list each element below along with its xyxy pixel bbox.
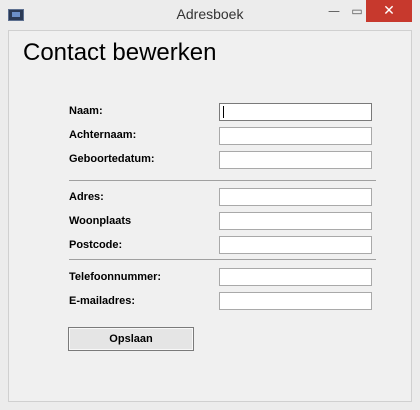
telefoonnummer-field[interactable] [219, 268, 372, 286]
close-icon[interactable]: ✕ [366, 0, 412, 22]
adres-label: Adres: [69, 191, 104, 203]
separator [69, 180, 376, 181]
emailadres-label: E-mailadres: [69, 295, 136, 307]
separator [69, 259, 376, 260]
postcode-field[interactable] [219, 236, 372, 254]
postcode-label: Postcode: [69, 239, 123, 251]
achternaam-label: Achternaam: [69, 129, 137, 141]
geboortedatum-label: Geboortedatum: [69, 153, 155, 165]
title-bar[interactable]: Adresboek — ▭ ✕ [0, 0, 420, 30]
app-window: Adresboek — ▭ ✕ Contact bewerken Naam: A… [0, 0, 420, 410]
woonplaats-label: Woonplaats [69, 215, 132, 227]
woonplaats-field[interactable] [219, 212, 372, 230]
text-caret [223, 106, 224, 118]
telefoonnummer-label: Telefoonnummer: [69, 271, 162, 283]
achternaam-field[interactable] [219, 127, 372, 145]
naam-field[interactable] [219, 103, 372, 121]
geboortedatum-field[interactable] [219, 151, 372, 169]
naam-label: Naam: [69, 105, 103, 117]
save-button[interactable]: Opslaan [68, 327, 194, 351]
page-title: Contact bewerken [23, 39, 217, 66]
adres-field[interactable] [219, 188, 372, 206]
form-panel: Contact bewerken Naam: Achternaam: Geboo… [8, 30, 412, 402]
email-field[interactable] [219, 292, 372, 310]
